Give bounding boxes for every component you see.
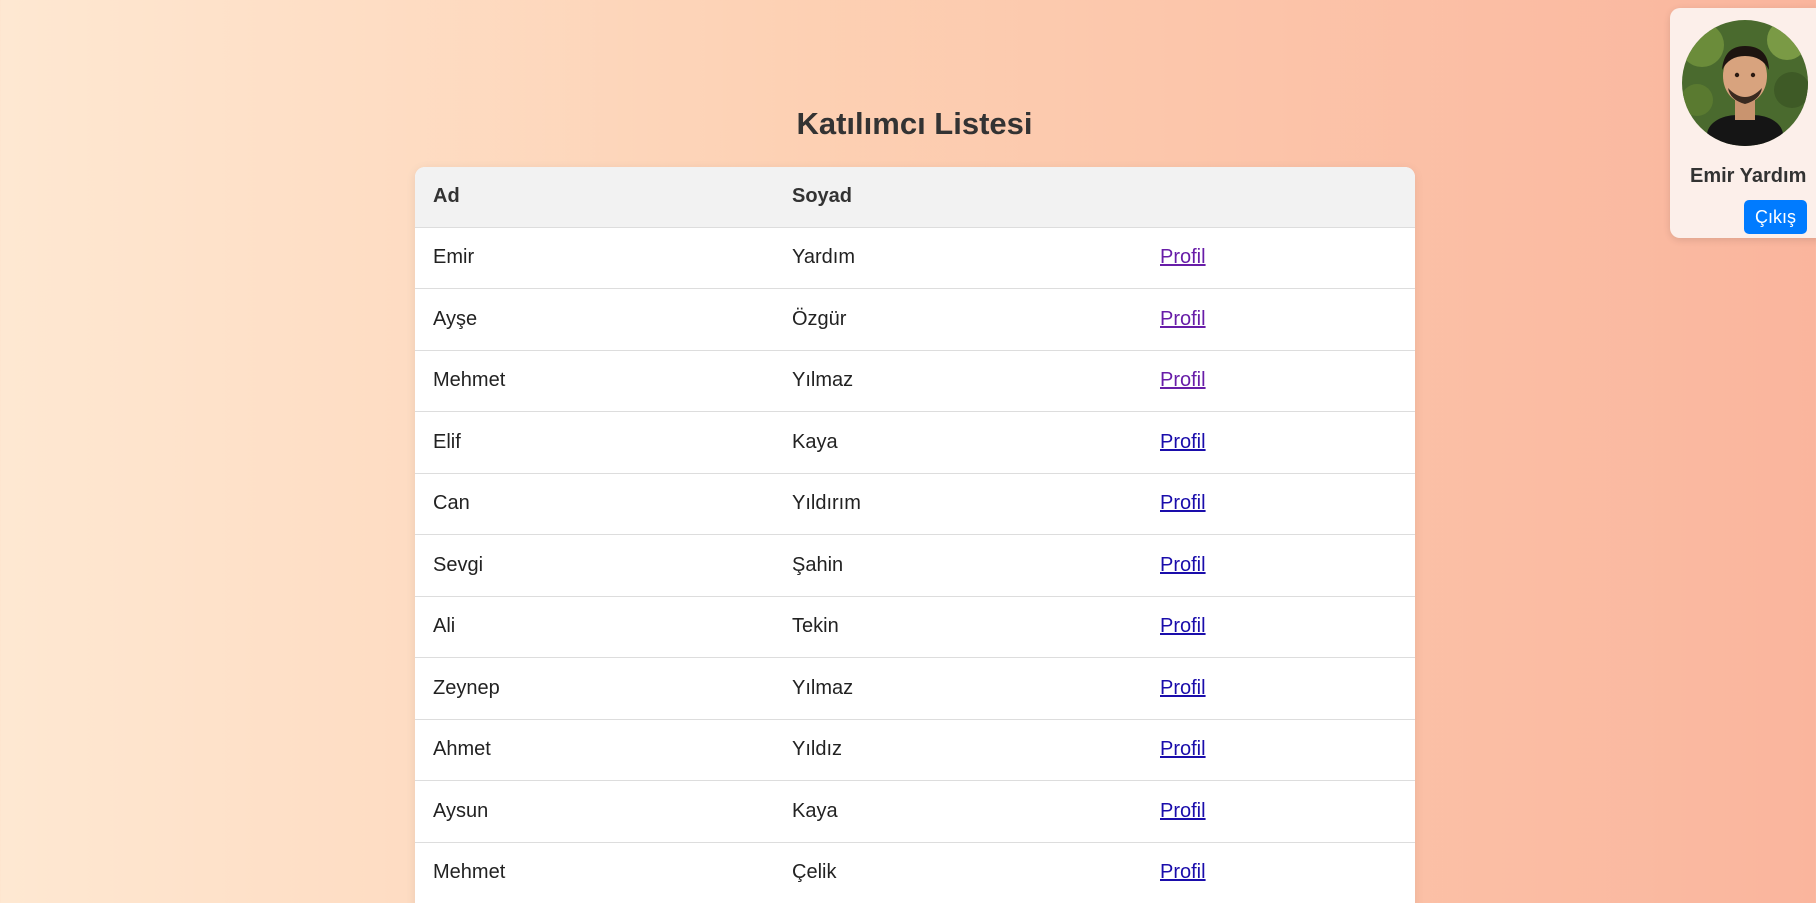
profile-link-cell: Profil (1142, 534, 1415, 597)
table-row: Aysun Kaya Profil (415, 780, 1415, 843)
last-name-cell: Özgür (774, 288, 1142, 351)
first-name-cell: Emir (415, 227, 774, 289)
first-name-cell: Mehmet (415, 350, 774, 412)
first-name-cell: Elif (415, 411, 774, 474)
user-profile-card: Emir Yardım Çıkış (1670, 8, 1816, 238)
profile-link-cell: Profil (1142, 780, 1415, 843)
profile-link[interactable]: Profil (1160, 615, 1206, 637)
table-header-row: Ad Soyad (415, 167, 1415, 228)
profile-link-cell: Profil (1142, 657, 1415, 720)
profile-link-cell: Profil (1142, 288, 1415, 351)
first-name-cell: Aysun (415, 780, 774, 843)
profile-link-cell: Profil (1142, 719, 1415, 781)
participant-table-card: Ad Soyad Emir Yardım Profil Ayşe Özgür Profil… (415, 167, 1415, 903)
table-row: Emir Yardım Profil (415, 227, 1415, 289)
last-name-cell: Şahin (774, 534, 1142, 597)
profile-link[interactable]: Profil (1160, 800, 1206, 822)
last-name-cell: Yılmaz (774, 657, 1142, 720)
profile-link[interactable]: Profil (1160, 431, 1206, 453)
profile-link-cell: Profil (1142, 227, 1415, 289)
profile-link[interactable]: Profil (1160, 554, 1206, 576)
participant-table: Ad Soyad Emir Yardım Profil Ayşe Özgür Profil… (415, 167, 1415, 903)
first-name-cell: Ahmet (415, 719, 774, 781)
table-row: Ali Tekin Profil (415, 596, 1415, 658)
profile-link-cell: Profil (1142, 842, 1415, 903)
profile-link[interactable]: Profil (1160, 246, 1206, 268)
avatar-photo (1682, 20, 1808, 146)
table-row: Can Yıldırım Profil (415, 473, 1415, 535)
first-name-cell: Ali (415, 596, 774, 658)
profile-link-cell: Profil (1142, 411, 1415, 474)
last-name-cell: Çelik (774, 842, 1142, 903)
profile-link[interactable]: Profil (1160, 369, 1206, 391)
table-row: Mehmet Yılmaz Profil (415, 350, 1415, 412)
last-name-cell: Kaya (774, 780, 1142, 843)
last-name-cell: Yılmaz (774, 350, 1142, 412)
table-row: Zeynep Yılmaz Profil (415, 657, 1415, 720)
profile-link[interactable]: Profil (1160, 492, 1206, 514)
first-name-cell: Sevgi (415, 534, 774, 597)
table-row: Mehmet Çelik Profil (415, 842, 1415, 903)
profile-link-cell: Profil (1142, 596, 1415, 658)
first-name-cell: Mehmet (415, 842, 774, 903)
header-last-name: Soyad (774, 167, 1142, 228)
table-row: Sevgi Şahin Profil (415, 534, 1415, 597)
header-first-name: Ad (415, 167, 774, 228)
last-name-cell: Kaya (774, 411, 1142, 474)
last-name-cell: Yıldız (774, 719, 1142, 781)
first-name-cell: Ayşe (415, 288, 774, 351)
last-name-cell: Yardım (774, 227, 1142, 289)
page-title: Katılımcı Listesi (796, 106, 1033, 141)
header-actions (1142, 167, 1415, 228)
profile-link-cell: Profil (1142, 350, 1415, 412)
last-name-cell: Yıldırım (774, 473, 1142, 535)
profile-link[interactable]: Profil (1160, 861, 1206, 883)
table-row: Ahmet Yıldız Profil (415, 719, 1415, 781)
first-name-cell: Zeynep (415, 657, 774, 720)
last-name-cell: Tekin (774, 596, 1142, 658)
profile-link[interactable]: Profil (1160, 738, 1206, 760)
table-row: Ayşe Özgür Profil (415, 288, 1415, 351)
profile-link-cell: Profil (1142, 473, 1415, 535)
avatar (1682, 20, 1808, 146)
table-row: Elif Kaya Profil (415, 411, 1415, 474)
profile-link[interactable]: Profil (1160, 677, 1206, 699)
user-name: Emir Yardım (1690, 165, 1807, 187)
first-name-cell: Can (415, 473, 774, 535)
profile-link[interactable]: Profil (1160, 308, 1206, 330)
logout-button[interactable]: Çıkış (1744, 200, 1807, 234)
